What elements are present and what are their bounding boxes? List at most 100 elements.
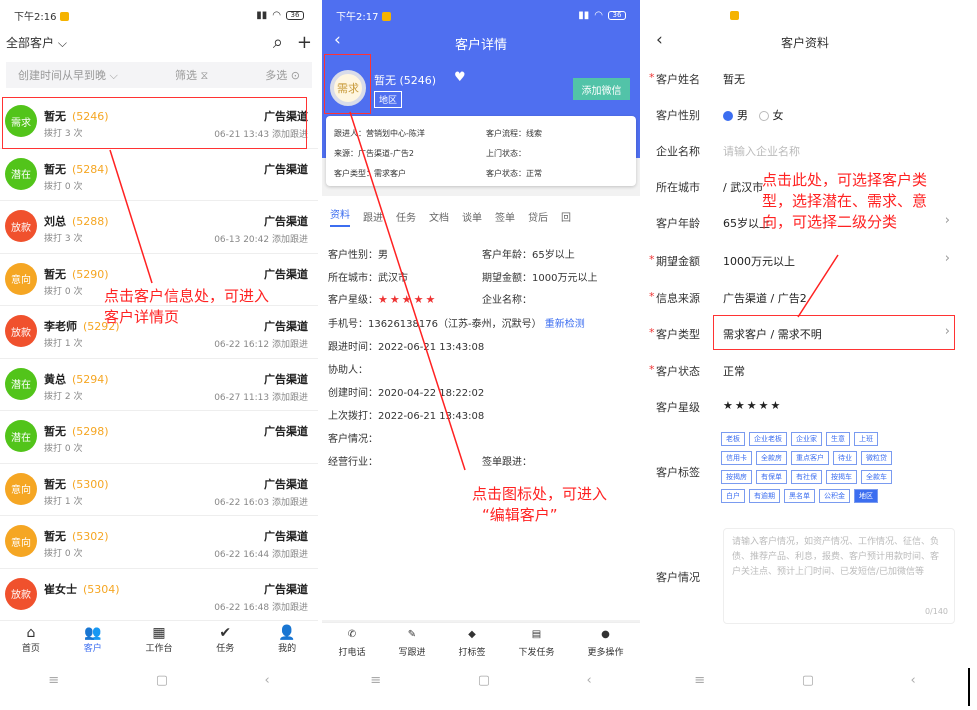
channel-label: 广告渠道 — [264, 320, 308, 333]
customer-filter-dropdown[interactable]: 全部客户 ⌵ — [6, 34, 67, 51]
customer-type-avatar: 放款 — [5, 577, 37, 610]
action-icon: ✆ — [347, 629, 357, 640]
dial-count: 拨打 3 次 — [44, 234, 83, 244]
customer-name: 黄总 — [44, 372, 66, 386]
tag-chip[interactable]: 有保单 — [756, 470, 787, 484]
dial-count: 拨打 0 次 — [44, 549, 83, 559]
tag-chip[interactable]: 公积金 — [819, 489, 850, 503]
menu-icon[interactable]: ≡ — [370, 673, 381, 688]
customer-row[interactable]: 放款 崔女士 (5304) 广告渠道 06-22 16:48 添加跟进 — [0, 569, 318, 621]
customer-row[interactable]: 潜在 暂无 (5298) 拨打 0 次 广告渠道 — [0, 411, 318, 464]
tag-chip[interactable]: 黑名单 — [784, 489, 815, 503]
dial-count: 拨打 3 次 — [44, 129, 83, 139]
annotation-detail: 点击图标处，可进入 “编辑客户” — [472, 485, 608, 524]
tag-chip[interactable]: 有逾期 — [749, 489, 780, 503]
action-button[interactable]: ● 更多操作 — [587, 623, 623, 660]
star-rating[interactable]: ★★★★★ — [723, 399, 782, 412]
sort-dropdown[interactable]: 创建时间从早到晚 ⌵ — [18, 67, 118, 83]
customer-row[interactable]: 放款 刘总 (5288) 拨打 3 次 广告渠道 06-13 20:42 添加跟进 — [0, 201, 318, 254]
add-icon[interactable]: + — [297, 32, 312, 53]
status-time: 下午2:16 — [14, 11, 57, 23]
customer-row[interactable]: 意向 暂无 (5302) 拨打 0 次 广告渠道 06-22 16:44 添加跟进 — [0, 516, 318, 569]
tag-chip[interactable]: 老板 — [721, 432, 745, 446]
customer-name: 李老师 — [44, 320, 77, 333]
tag-chip[interactable]: 上班 — [854, 432, 878, 446]
follow-time: 06-22 16:12 添加跟进 — [214, 340, 308, 350]
customer-name: 暂无 — [44, 110, 66, 123]
tag-chip[interactable]: 全款车 — [861, 470, 892, 484]
situation-textarea[interactable]: 请输入客户情况，如资产情况、工作情况、征信、负债、推荐产品、利息，报费、客户预计… — [723, 528, 955, 624]
tag-chip[interactable]: 待业 — [833, 451, 857, 465]
filter-button[interactable]: 筛选 ⧖ — [175, 67, 208, 83]
gender-female-radio[interactable]: 女 — [758, 109, 784, 122]
action-button[interactable]: ✆ 打电话 — [338, 623, 365, 660]
follow-time: 06-27 11:13 添加跟进 — [214, 392, 308, 403]
customer-id: (5290) — [72, 267, 109, 281]
tag-chip[interactable]: 微粒贷 — [861, 451, 892, 465]
multi-select-button[interactable]: 多选 ⊙ — [265, 67, 300, 83]
tab-2[interactable]: ▦ 工作台 — [145, 621, 172, 660]
detail-tab[interactable]: 资料 — [330, 206, 350, 227]
name-field[interactable]: * 客户姓名 暂无 — [646, 60, 964, 97]
company-field[interactable]: 企业名称 请输入企业名称 — [646, 132, 964, 169]
customer-row[interactable]: 需求 暂无 (5246) 拨打 3 次 广告渠道 06-21 13:43 添加跟进 — [0, 96, 318, 149]
detail-tab[interactable]: 签单 — [495, 209, 515, 224]
home-icon[interactable]: ▢ — [478, 673, 490, 688]
tab-1[interactable]: 👥 客户 — [84, 621, 102, 660]
customer-row[interactable]: 潜在 暂无 (5284) 拨打 0 次 广告渠道 — [0, 149, 318, 201]
tag-chip[interactable]: 信用卡 — [721, 451, 752, 465]
tab-4[interactable]: 👤 我的 — [278, 621, 296, 660]
customer-type-avatar: 放款 — [5, 210, 37, 242]
tag-chip[interactable]: 按揭房 — [721, 470, 752, 484]
system-nav-bar: ≡ ▢ ‹ — [0, 660, 318, 700]
tab-3[interactable]: ✔ 任务 — [216, 621, 234, 660]
battery-icon: 36 — [286, 10, 304, 20]
detail-tab[interactable]: 贷后 — [528, 209, 548, 224]
customer-id: (5304) — [83, 582, 120, 596]
tag-chip[interactable]: 全款房 — [756, 451, 787, 465]
status-field[interactable]: * 客户状态 正常 — [646, 352, 964, 389]
favorite-heart-icon[interactable]: ♥ — [454, 70, 466, 85]
tag-chip[interactable]: 有社保 — [791, 470, 822, 484]
customer-row[interactable]: 潜在 黄总 (5294) 拨打 2 次 广告渠道 06-27 11:13 添加跟进 — [0, 359, 318, 411]
tag-chip[interactable]: 地区 — [854, 489, 878, 503]
detail-tab[interactable]: 回 — [561, 209, 571, 224]
customer-type-avatar: 意向 — [5, 525, 37, 557]
page-title: 客户资料 — [780, 36, 829, 50]
home-icon[interactable]: ▢ — [156, 673, 168, 688]
status-bar: 下午2:16 ▮▮ ◠ 36 — [0, 0, 318, 30]
customer-type-avatar: 潜在 — [5, 420, 37, 452]
tag-chip[interactable]: 重点客户 — [791, 451, 829, 465]
customer-row[interactable]: 意向 暂无 (5300) 拨打 1 次 广告渠道 06-22 16:03 添加跟进 — [0, 464, 318, 516]
tab-icon: 👥 — [83, 625, 102, 641]
search-icon[interactable]: ⌕ — [273, 32, 283, 53]
action-button[interactable]: ✎ 写跟进 — [398, 623, 425, 660]
menu-icon[interactable]: ≡ — [694, 673, 705, 688]
detail-tab[interactable]: 谈单 — [462, 209, 482, 224]
back-icon[interactable]: ‹ — [587, 673, 592, 688]
menu-icon[interactable]: ≡ — [48, 673, 59, 688]
tag-chip[interactable]: 企业家 — [791, 432, 822, 446]
detail-tab[interactable]: 文档 — [429, 209, 449, 224]
tag-chip[interactable]: 白户 — [721, 489, 745, 503]
amount-field[interactable]: * 期望金额 1000万元以上 › — [646, 242, 964, 279]
detail-tab[interactable]: 跟进 — [363, 209, 383, 224]
source-field[interactable]: * 信息来源 广告渠道 / 广告2 — [646, 279, 964, 316]
star-field[interactable]: 客户星级 ★★★★★ — [646, 388, 964, 425]
tag-chip[interactable]: 生意 — [826, 432, 850, 446]
action-button[interactable]: ▤ 下发任务 — [518, 623, 554, 660]
tab-0[interactable]: ⌂ 首页 — [22, 621, 40, 660]
gender-male-radio[interactable]: 男 — [723, 109, 748, 122]
tag-chip[interactable]: 企业老板 — [749, 432, 787, 446]
dial-count: 拨打 0 次 — [44, 444, 83, 454]
tag-chip[interactable]: 按揭车 — [826, 470, 857, 484]
home-icon[interactable]: ▢ — [802, 673, 814, 688]
action-button[interactable]: ◆ 打标签 — [458, 623, 485, 660]
customer-name: 刘总 — [44, 215, 66, 228]
recheck-link[interactable]: 重新检测 — [545, 319, 585, 330]
back-icon[interactable]: ‹ — [265, 673, 270, 688]
add-wechat-button[interactable]: 添加微信 — [573, 78, 630, 100]
back-icon[interactable]: ‹ — [911, 673, 916, 688]
customer-list: 需求 暂无 (5246) 拨打 3 次广告渠道 06-21 13:43 添加跟进 潜在 暂无… — [0, 96, 318, 621]
detail-tab[interactable]: 任务 — [396, 209, 416, 224]
